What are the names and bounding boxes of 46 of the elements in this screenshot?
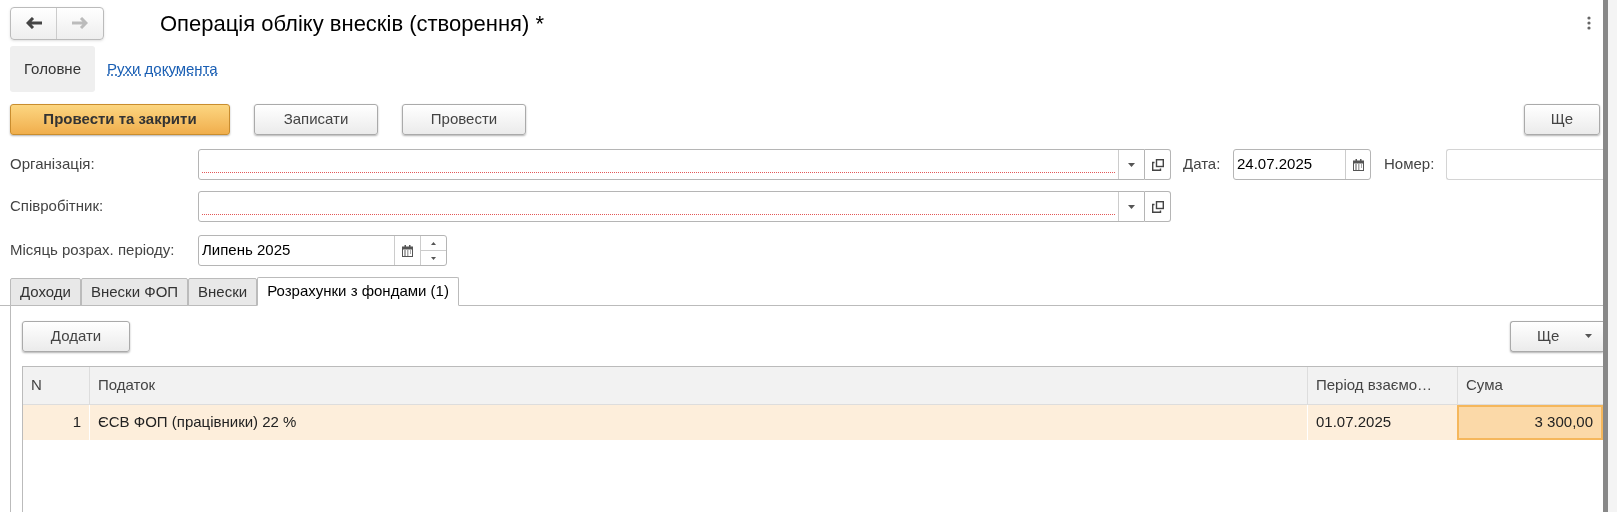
more-button[interactable]: Ще: [1524, 103, 1600, 135]
open-icon: [1151, 200, 1164, 213]
caret-icon: [1128, 204, 1135, 209]
open-icon: [1151, 158, 1164, 171]
command-button[interactable]: Записати: [254, 103, 378, 135]
month-field[interactable]: Липень 2025: [198, 235, 447, 266]
tab[interactable]: Розрахунки з фондами (1): [257, 277, 459, 306]
section-tab[interactable]: Головне: [10, 46, 95, 92]
field-value: 24.07.2025: [1236, 154, 1314, 175]
command-button[interactable]: Провести: [402, 103, 526, 135]
caret-icon: [1128, 162, 1135, 167]
calendar-icon: [402, 244, 413, 257]
field-label: Дата:: [1183, 154, 1222, 175]
table-cell-text: 1: [71, 412, 82, 433]
field-label: Номер:: [1384, 154, 1436, 175]
input-field[interactable]: [198, 149, 1145, 180]
command-button[interactable]: Провести та закрити: [10, 103, 230, 135]
tab[interactable]: Внески: [188, 278, 258, 306]
input-field[interactable]: [1446, 149, 1603, 180]
left-arrow-icon: [25, 17, 42, 29]
more-button[interactable]: Ще: [1510, 320, 1603, 352]
field-label: Місяць розрах. періоду:: [10, 240, 176, 261]
up-caret-icon[interactable]: [431, 241, 436, 245]
down-caret-icon[interactable]: [431, 256, 436, 260]
open-button[interactable]: [1145, 191, 1171, 222]
tab[interactable]: Доходи: [10, 278, 81, 306]
section-tab[interactable]: Рухи документа: [105, 46, 220, 92]
tab[interactable]: Внески ФОП: [81, 278, 189, 306]
scrollbar[interactable]: [1603, 0, 1617, 512]
column-header[interactable]: Період взаємо…: [1307, 367, 1457, 404]
right-arrow-icon: [72, 17, 88, 29]
field-value: Липень 2025: [201, 240, 292, 261]
more-vertical-icon[interactable]: [1587, 16, 1591, 30]
add-button[interactable]: Додати: [22, 320, 130, 352]
date-field[interactable]: 24.07.2025: [1233, 149, 1371, 180]
open-button[interactable]: [1145, 149, 1171, 180]
calendar-icon: [1352, 158, 1364, 171]
field-label: Організація:: [10, 154, 96, 175]
table-cell: ЄСВ ФОП (працівники) 22 %: [89, 405, 1307, 440]
caret-icon: [1585, 334, 1593, 338]
column-header[interactable]: N: [23, 367, 89, 404]
window-title: Операція обліку внесків (створення) *: [160, 9, 545, 38]
table-cell: 3 300,00: [1457, 405, 1603, 440]
column-header[interactable]: Податок: [89, 367, 1307, 404]
input-field[interactable]: [198, 191, 1145, 222]
field-label: Співробітник:: [10, 196, 105, 217]
